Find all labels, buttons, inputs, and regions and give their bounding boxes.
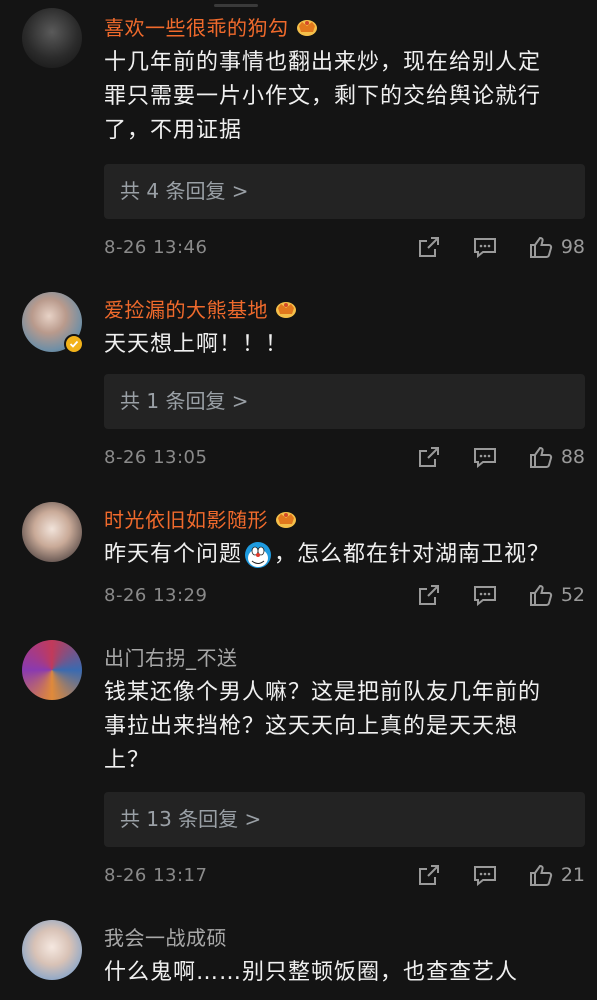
comment-text: 什么鬼啊……别只整顿饭圈，也查查艺人 [104,960,519,985]
share-icon[interactable] [417,446,441,468]
crown-icon [276,301,296,318]
top-divider [214,4,258,7]
like-button[interactable]: 88 [529,446,585,468]
avatar[interactable] [22,640,82,700]
timestamp: 8-26 13:46 [104,236,208,258]
like-count: 21 [560,864,585,886]
like-icon [529,446,552,468]
avatar[interactable] [22,8,82,68]
crown-icon [296,19,317,36]
timestamp: 8-26 13:05 [104,446,208,468]
comment-text: 天天想上啊！！！ [104,332,289,357]
like-button[interactable]: 98 [529,236,585,258]
username[interactable]: 爱捡漏的大熊基地 [104,294,298,323]
comment-meta: 8-26 13:29 52 [104,580,585,610]
comment-text: 十几年前的事情也翻出来炒，现在给别人定 罪只需要一片小作文，剩下的交给舆论就行 … [104,50,542,143]
like-count: 52 [560,584,585,606]
share-icon[interactable] [417,864,441,886]
doraemon-emoji-icon [245,542,272,568]
comment-meta: 8-26 13:17 21 [104,860,585,890]
like-button[interactable]: 52 [529,584,585,606]
username[interactable]: 时光依旧如影随形 [104,504,298,533]
username[interactable]: 我会一战成硕 [104,922,227,951]
comment-text: 钱某还像个男人嘛？这是把前队友几年前的 事拉出来挡枪？这天天向上真的是天天想 上… [104,680,542,773]
comment-icon[interactable] [473,864,497,886]
like-icon [529,864,552,886]
like-icon [529,584,552,606]
comment-icon[interactable] [473,446,497,468]
timestamp: 8-26 13:17 [104,864,208,886]
comment-meta: 8-26 13:05 88 [104,442,585,472]
timestamp: 8-26 13:29 [104,584,208,606]
comment-icon[interactable] [473,584,497,606]
avatar[interactable] [22,502,82,562]
share-icon[interactable] [417,584,441,606]
username[interactable]: 喜欢一些很乖的狗勾 [104,12,319,41]
comment-meta: 8-26 13:46 98 [104,232,585,262]
like-button[interactable]: 21 [529,864,585,886]
username[interactable]: 出门右拐_不送 [104,642,238,671]
comment-text: 昨天有个问题 ，怎么都在针对湖南卫视？ [104,542,551,568]
view-replies-button[interactable]: 共 13 条回复 > [104,792,585,847]
like-count: 88 [560,446,585,468]
like-count: 98 [560,236,585,258]
avatar[interactable] [22,920,82,980]
avatar[interactable] [22,292,84,354]
crown-icon [276,511,296,528]
view-replies-button[interactable]: 共 4 条回复 > [104,164,585,219]
view-replies-button[interactable]: 共 1 条回复 > [104,374,585,429]
verified-icon [64,334,84,354]
like-icon [529,236,552,258]
share-icon[interactable] [417,236,441,258]
comment-icon[interactable] [473,236,497,258]
